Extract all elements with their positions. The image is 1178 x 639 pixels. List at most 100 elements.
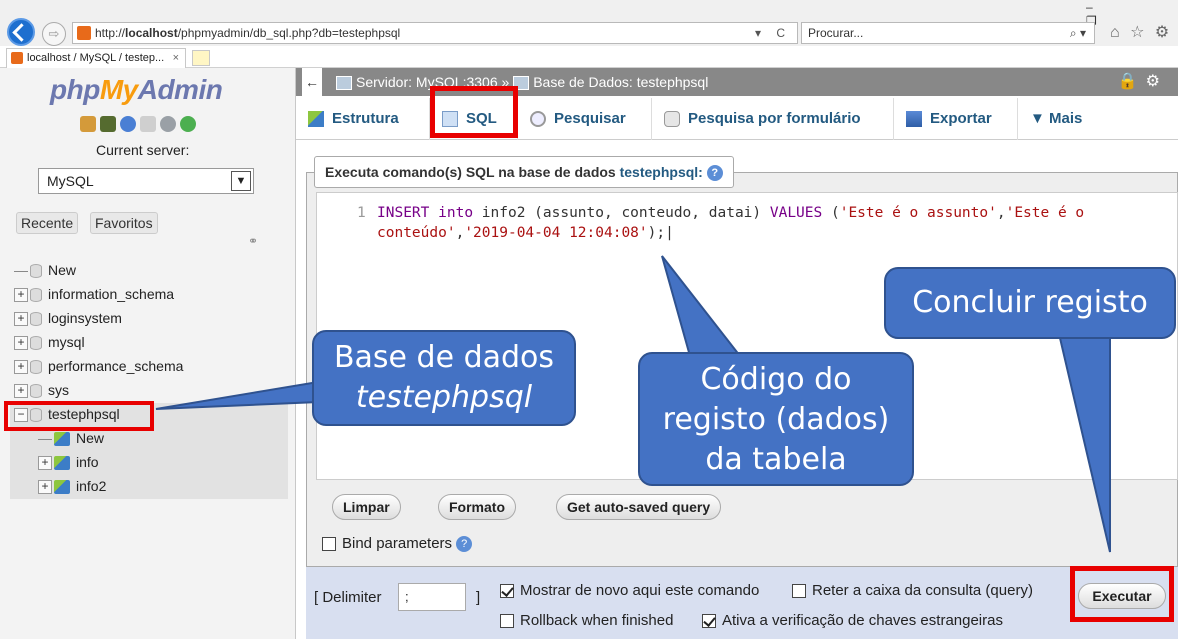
address-url: http://localhost/phpmyadmin/db_sql.php?d… bbox=[95, 26, 401, 40]
delimiter-input[interactable]: ; bbox=[398, 583, 466, 611]
format-button[interactable]: Formato bbox=[438, 494, 516, 520]
server-icon bbox=[336, 76, 352, 91]
browser-tab-title: localhost / MySQL / testep... bbox=[27, 52, 165, 64]
callout-database: Base de dados testephpsql bbox=[312, 330, 576, 426]
callout-conclude-record: Concluir registo bbox=[884, 267, 1176, 339]
line-number: 1 bbox=[357, 205, 366, 221]
database-icon bbox=[30, 264, 42, 279]
gear-icon[interactable] bbox=[160, 116, 176, 132]
expand-icon: + bbox=[14, 384, 28, 399]
back-arrow-icon[interactable]: ← bbox=[302, 68, 322, 96]
retain-box-option[interactable]: Reter a caixa da consulta (query) bbox=[792, 582, 1033, 600]
sql-legend: Executa comando(s) SQL na base de dados … bbox=[314, 156, 734, 188]
tree-item-loginsystem[interactable]: + loginsystem bbox=[14, 307, 122, 329]
tree-item-new[interactable]: New bbox=[14, 259, 76, 281]
table-icon bbox=[54, 480, 70, 495]
tab-strip: localhost / MySQL / testep... × bbox=[0, 46, 1178, 68]
favicon-icon bbox=[77, 26, 91, 40]
help-icon[interactable] bbox=[120, 116, 136, 132]
search-icon[interactable]: ⌕ ▾ bbox=[1070, 23, 1086, 43]
nav-icon-bar bbox=[80, 116, 196, 132]
recent-button[interactable]: Recente bbox=[16, 212, 79, 234]
clear-button[interactable]: Limpar bbox=[332, 494, 401, 520]
tree-item-mysql[interactable]: + mysql bbox=[14, 331, 85, 353]
current-server-label: Current server: bbox=[96, 142, 190, 158]
foreign-keys-checkbox[interactable] bbox=[702, 614, 716, 629]
favorites-button[interactable]: Favoritos bbox=[90, 212, 158, 234]
rollback-option[interactable]: Rollback when finished bbox=[500, 612, 673, 630]
home-star-gear-icons[interactable]: ⌂ ☆ ⚙ bbox=[1110, 22, 1172, 42]
expand-icon: + bbox=[14, 336, 28, 351]
logout-icon[interactable] bbox=[100, 116, 116, 132]
breadcrumb-path: Servidor: MySQL:3306 » Base de Dados: te… bbox=[336, 68, 708, 96]
tab-query-by-example[interactable]: Pesquisa por formulário bbox=[652, 98, 894, 140]
favicon-icon bbox=[11, 52, 23, 64]
tree-item-sys[interactable]: + sys bbox=[14, 379, 69, 401]
navigation-panel: phpMyAdmin Current server: MySQL ▼ Recen… bbox=[0, 68, 296, 639]
database-icon bbox=[30, 384, 42, 399]
get-autosaved-query-button[interactable]: Get auto-saved query bbox=[556, 494, 722, 520]
back-arrow-icon[interactable] bbox=[7, 18, 35, 46]
tab-structure[interactable]: Estrutura bbox=[296, 98, 430, 140]
expand-icon: + bbox=[14, 288, 28, 303]
lock-gear-icons[interactable]: 🔒⚙ bbox=[1118, 68, 1168, 96]
retain-box-checkbox[interactable] bbox=[792, 584, 806, 599]
help-icon[interactable]: ? bbox=[456, 536, 473, 553]
help-icon[interactable]: ? bbox=[706, 165, 723, 182]
tree-item-information-schema[interactable]: + information_schema bbox=[14, 283, 174, 305]
close-icon[interactable]: × bbox=[173, 49, 179, 67]
browser-tab[interactable]: localhost / MySQL / testep... × bbox=[6, 48, 186, 68]
expand-icon: + bbox=[38, 456, 52, 471]
docs-icon[interactable] bbox=[140, 116, 156, 132]
chevron-down-icon: ▼ bbox=[1030, 110, 1050, 127]
highlight-box-execute bbox=[1070, 566, 1174, 622]
breadcrumb-database[interactable]: Base de Dados: testephpsql bbox=[533, 74, 708, 90]
forward-arrow-icon[interactable]: ⇨ bbox=[42, 22, 66, 46]
new-tab-icon[interactable] bbox=[192, 50, 210, 66]
tab-export[interactable]: Exportar bbox=[894, 98, 1018, 140]
refresh-icon[interactable]: ▾ C bbox=[755, 23, 791, 43]
bind-parameters-checkbox[interactable] bbox=[322, 537, 336, 552]
tree-item-info[interactable]: + info bbox=[38, 451, 99, 473]
breadcrumb: ← Servidor: MySQL:3306 » Base de Dados: … bbox=[296, 68, 1178, 96]
address-bar[interactable]: http://localhost/phpmyadmin/db_sql.php?d… bbox=[72, 22, 798, 44]
table-icon bbox=[54, 456, 70, 471]
bind-parameters-option[interactable]: Bind parameters ? bbox=[322, 535, 473, 553]
database-icon bbox=[30, 336, 42, 351]
home-icon[interactable] bbox=[80, 116, 96, 132]
phpmyadmin-logo[interactable]: phpMyAdmin bbox=[50, 74, 223, 106]
server-select[interactable]: MySQL ▼ bbox=[38, 168, 254, 194]
chevron-down-icon[interactable]: ▼ bbox=[231, 171, 251, 191]
tab-more[interactable]: ▼ Mais bbox=[1018, 98, 1108, 140]
link-icon[interactable]: ⚭ bbox=[248, 234, 258, 248]
search-icon bbox=[530, 111, 546, 128]
show-again-option[interactable]: Mostrar de novo aqui este comando bbox=[500, 582, 759, 600]
structure-icon bbox=[308, 111, 324, 128]
callout-record-code: Código do registo (dados) da tabela bbox=[638, 352, 914, 486]
tab-search[interactable]: Pesquisar bbox=[518, 98, 652, 140]
server-select-value: MySQL bbox=[47, 173, 94, 189]
tab-bar: Estrutura SQL Pesquisar Pesquisa por for… bbox=[296, 98, 1178, 140]
delimiter-close: ] bbox=[476, 589, 481, 606]
delimiter-label: [ Delimiter bbox=[314, 589, 382, 606]
expand-icon: + bbox=[38, 480, 52, 495]
expand-icon: + bbox=[14, 312, 28, 327]
foreign-keys-option[interactable]: Ativa a verificação de chaves estrangeir… bbox=[702, 612, 1003, 630]
database-icon bbox=[30, 288, 42, 303]
expand-icon: + bbox=[14, 360, 28, 375]
form-icon bbox=[664, 111, 680, 128]
search-placeholder: Procurar... bbox=[808, 26, 864, 40]
database-icon bbox=[30, 360, 42, 375]
highlight-box-sql-tab bbox=[430, 86, 518, 138]
sql-code[interactable]: INSERT into info2 (assunto, conteudo, da… bbox=[377, 203, 1167, 243]
export-icon bbox=[906, 111, 922, 128]
tree-item-performance-schema[interactable]: + performance_schema bbox=[14, 355, 183, 377]
table-icon bbox=[54, 432, 70, 447]
reload-icon[interactable] bbox=[180, 116, 196, 132]
browser-search-input[interactable]: Procurar... ⌕ ▾ bbox=[801, 22, 1095, 44]
browser-toolbar: – ❐ ⇨ http://localhost/phpmyadmin/db_sql… bbox=[0, 0, 1178, 46]
database-icon bbox=[30, 312, 42, 327]
rollback-checkbox[interactable] bbox=[500, 614, 514, 629]
show-again-checkbox[interactable] bbox=[500, 584, 514, 599]
tree-item-info2[interactable]: + info2 bbox=[38, 475, 106, 497]
